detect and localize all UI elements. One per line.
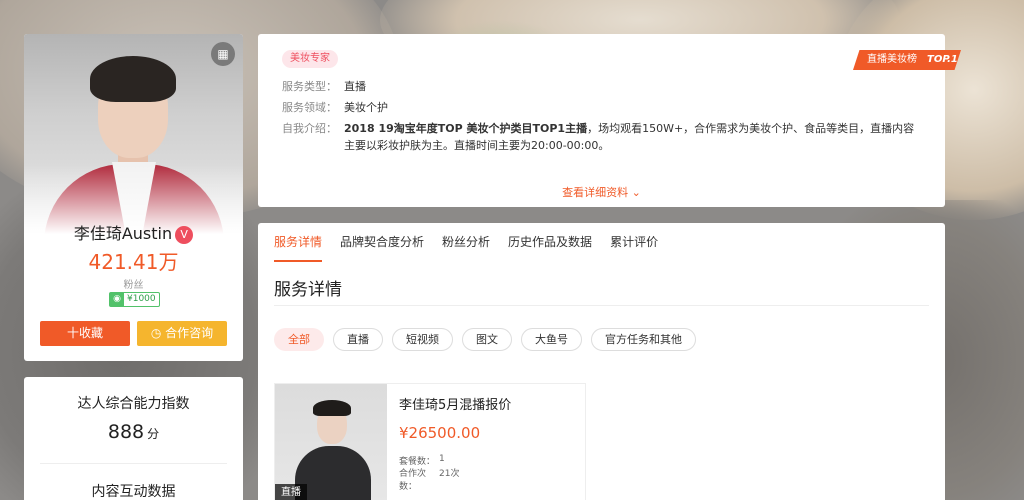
service-type-value: 直播 [344, 80, 366, 93]
product-image: 直播 [275, 384, 387, 500]
profile-photo [24, 34, 243, 234]
product-price: ¥26500.00 [399, 424, 481, 442]
service-field-value: 美妆个护 [344, 101, 388, 114]
section-title: 服务详情 [274, 280, 342, 300]
ribbon-text: 直播美妆榜 [867, 54, 917, 65]
product-title: 李佳琦5月混播报价 [399, 398, 512, 413]
product-card[interactable]: 直播 李佳琦5月混播报价 ¥26500.00 套餐数： 1 合作次数： 21次 [274, 383, 586, 500]
filter-all[interactable]: 全部 [274, 328, 324, 351]
profile-card: ▦ 李佳琦Austin V 421.41万 粉丝 ◉ ¥1000 十收藏 ◷ 合作… [24, 34, 243, 361]
expert-tag: 美妆专家 [282, 50, 338, 68]
tab-history[interactable]: 历史作品及数据 [508, 233, 592, 262]
view-more-label: 查看详细资料 [562, 186, 629, 199]
intro-text: 2018 19淘宝年度TOP 美妆个护类目TOP1主播，场均观看150W+，合作… [344, 120, 924, 154]
interaction-data-title: 内容互动数据 [91, 484, 176, 500]
price-badge: ◉ ¥1000 [109, 292, 160, 307]
coop-value: 21次 [439, 469, 460, 479]
coop-label: 合作次数： [399, 469, 427, 492]
intro-label: 自我介绍： [282, 122, 337, 135]
rank-ribbon: 直播美妆榜 TOP.1 [853, 50, 961, 70]
consult-button[interactable]: ◷ 合作咨询 [137, 321, 227, 346]
clock-icon: ◷ [150, 326, 162, 340]
coop-row: 合作次数： 21次 [399, 466, 459, 492]
filter-chips: 全部 直播 短视频 图文 大鱼号 官方任务和其他 [274, 328, 705, 351]
filter-short-video[interactable]: 短视频 [392, 328, 453, 351]
intro-row: 自我介绍： 2018 19淘宝年度TOP 美妆个护类目TOP1主播，场均观看15… [282, 120, 924, 154]
follower-count: 421.41万 [88, 250, 179, 274]
ability-title: 达人综合能力指数 [77, 396, 190, 412]
view-more-link[interactable]: 查看详细资料 ⌄ [258, 184, 945, 200]
product-type-label: 直播 [275, 484, 307, 500]
tab-fan-analysis[interactable]: 粉丝分析 [442, 233, 490, 262]
ribbon-rank: TOP.1 [927, 54, 958, 65]
chevron-down-icon: ⌄ [631, 186, 641, 199]
verified-icon: V [175, 226, 194, 244]
service-type-label: 服务类型： [282, 80, 337, 93]
filter-dayu[interactable]: 大鱼号 [521, 328, 582, 351]
tab-reviews[interactable]: 累计评价 [610, 233, 658, 262]
service-field-label: 服务领域： [282, 101, 337, 114]
filter-live[interactable]: 直播 [333, 328, 383, 351]
profile-name: 李佳琦Austin [73, 224, 173, 243]
details-card: 服务详情 品牌契合度分析 粉丝分析 历史作品及数据 累计评价 服务详情 全部 直… [258, 223, 945, 500]
service-type-row: 服务类型： 直播 [282, 78, 924, 95]
tab-service-details[interactable]: 服务详情 [274, 233, 323, 262]
details-tabs: 服务详情 品牌契合度分析 粉丝分析 历史作品及数据 累计评价 [274, 233, 676, 262]
ability-card: 达人综合能力指数 888 分 内容互动数据 [24, 377, 243, 500]
divider [40, 463, 227, 464]
tab-brand-fit[interactable]: 品牌契合度分析 [340, 233, 424, 262]
section-divider [274, 305, 929, 306]
follower-label: 粉丝 [123, 280, 144, 291]
price-badge-text: ¥1000 [127, 294, 156, 304]
favorite-button[interactable]: 十收藏 [40, 321, 130, 346]
info-card: 美妆专家 直播美妆榜 TOP.1 服务类型： 直播 服务领域： 美妆个护 自我介绍… [258, 34, 961, 207]
profile-name-row: 李佳琦Austin V [24, 220, 243, 244]
service-field-row: 服务领域： 美妆个护 [282, 99, 924, 116]
ability-score: 888 分 [24, 421, 243, 443]
ability-score-value: 888 [107, 421, 145, 443]
filter-image-text[interactable]: 图文 [462, 328, 512, 351]
price-tag-icon: ◉ [110, 293, 124, 306]
filter-official[interactable]: 官方任务和其他 [591, 328, 696, 351]
qr-code-icon[interactable]: ▦ [211, 42, 235, 66]
consult-button-label: 合作咨询 [165, 326, 214, 340]
ability-score-unit: 分 [147, 427, 160, 441]
intro-highlight: 2018 19淘宝年度TOP 美妆个护类目TOP1主播 [344, 122, 588, 135]
